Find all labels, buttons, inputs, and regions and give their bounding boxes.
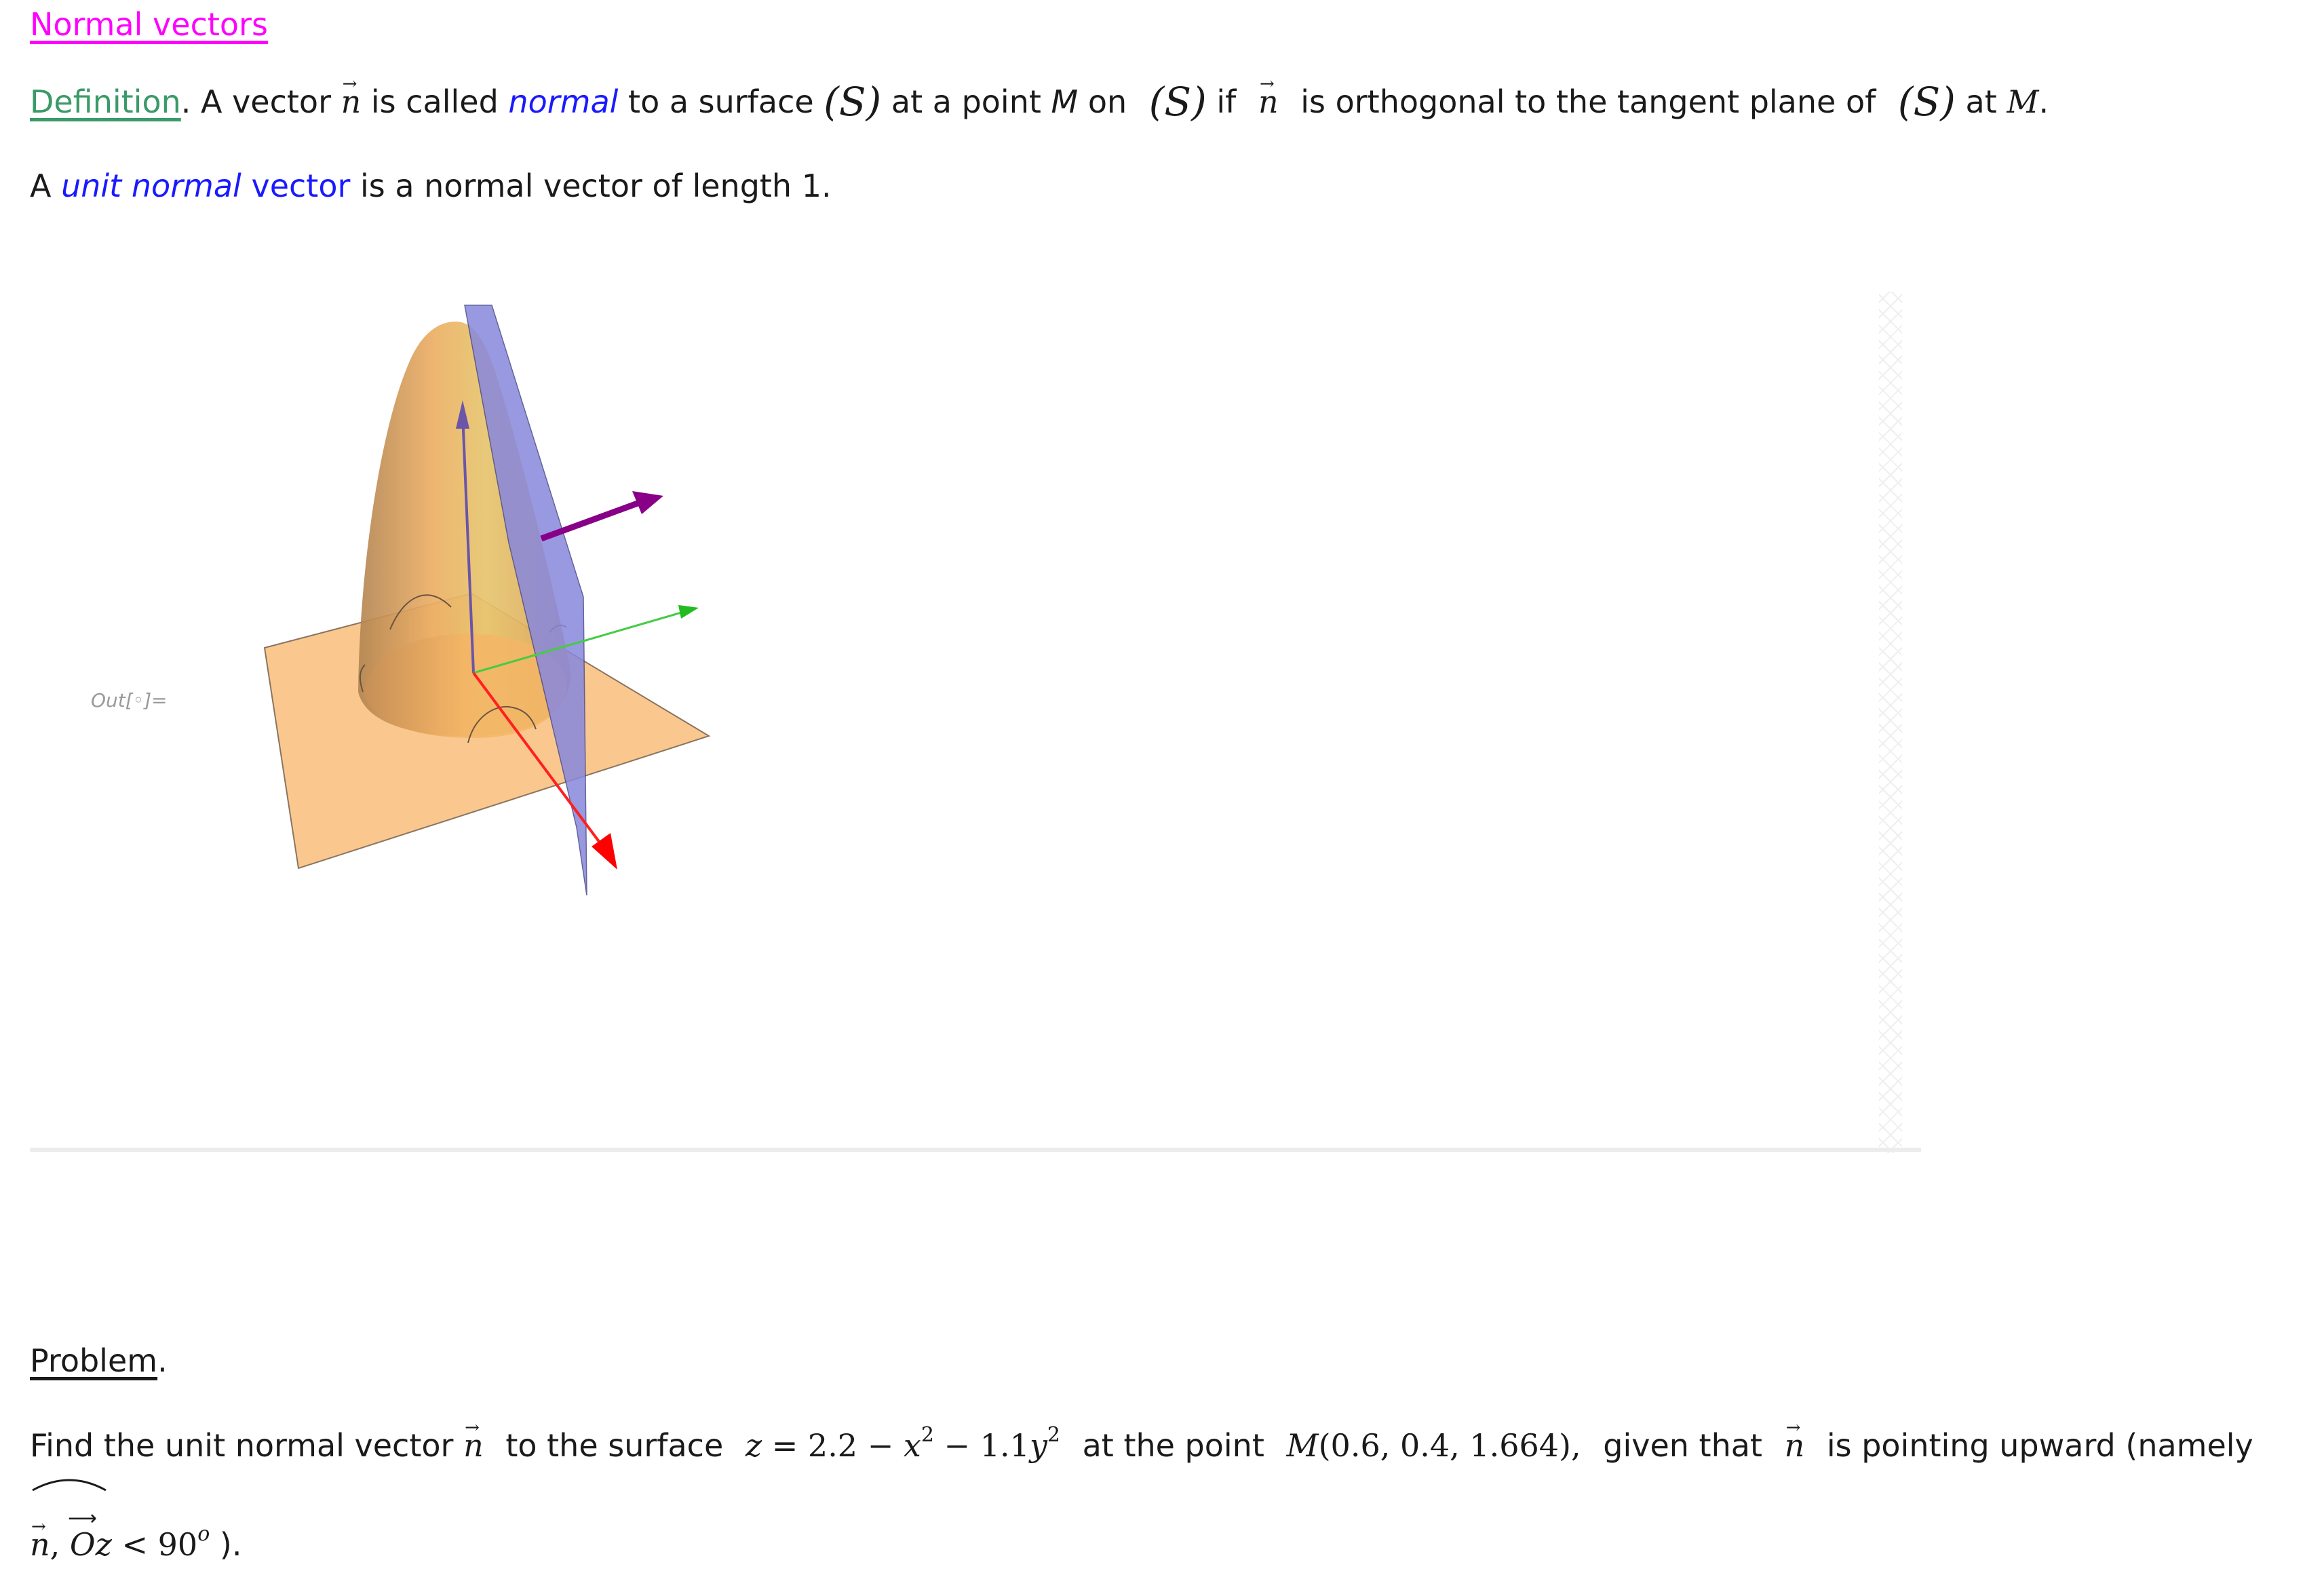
definition-text-f: if	[1206, 83, 1246, 120]
degree-value: 90	[157, 1526, 198, 1563]
definition-text-a: . A vector	[180, 83, 341, 120]
problem-label-line: Problem.	[30, 1340, 168, 1381]
surface-symbol: (S)	[824, 79, 882, 125]
point-m-symbol: M	[1051, 83, 1079, 120]
equation-y-coefficient: 1.1	[980, 1427, 1030, 1464]
equation-minus-1: −	[857, 1427, 904, 1464]
surface-symbol-2: (S)	[1148, 79, 1207, 125]
equation-y: y	[1029, 1427, 1047, 1464]
3d-graphic-normal-vector[interactable]	[258, 285, 733, 895]
definition-text-e: on	[1078, 83, 1137, 120]
section-title[interactable]: Normal vectors	[30, 4, 268, 45]
problem-close: ).	[210, 1526, 242, 1563]
equation-constant: 2.2	[807, 1427, 858, 1464]
vector-n-symbol-2: n	[1258, 64, 1279, 122]
equation-equals: =	[762, 1427, 808, 1464]
cell-resize-handle[interactable]	[1879, 292, 1902, 1153]
point-name: M	[1286, 1427, 1319, 1464]
unit-normal-prefix: A	[30, 168, 62, 204]
problem-label-end: .	[157, 1342, 168, 1379]
problem-text-e: is pointing upward (namely	[1817, 1427, 2253, 1464]
cell-divider	[30, 1148, 1921, 1152]
unit-normal-term: unit normal	[61, 168, 241, 204]
problem-vector-n-2: n	[1785, 1407, 1805, 1466]
angle-comma: ,	[50, 1526, 70, 1563]
problem-text-c: at the point	[1072, 1427, 1275, 1464]
definition-text-d: at a point	[881, 83, 1051, 120]
definition-text-h: at	[1955, 83, 2007, 120]
definition-text-b: is called	[361, 83, 509, 120]
definition-end: .	[2038, 83, 2049, 120]
angle-vector-n: n	[30, 1507, 50, 1565]
problem-statement-line-2: ⟶ n, Oz < 90o ).	[30, 1479, 242, 1565]
unit-normal-term-2: vector	[241, 168, 351, 204]
degree-symbol: o	[197, 1522, 210, 1546]
problem-statement-line-1: Find the unit normal vector n to the sur…	[30, 1407, 2253, 1466]
problem-vector-n: n	[463, 1407, 484, 1466]
equation-lhs: z	[745, 1427, 762, 1464]
equation-x-exponent: 2	[921, 1423, 934, 1447]
normal-term: normal	[508, 83, 619, 120]
problem-text-d: given that	[1593, 1427, 1773, 1464]
y-axis-arrowhead	[678, 605, 699, 619]
oz-vector-arrow-icon: ⟶	[68, 1507, 98, 1530]
definition-paragraph: Definition. A vector n is called normal …	[30, 64, 2049, 125]
equation-minus-2: −	[933, 1427, 980, 1464]
equation-y-exponent: 2	[1047, 1423, 1060, 1447]
definition-label[interactable]: Definition	[30, 83, 181, 120]
vector-n-symbol: n	[341, 64, 362, 122]
surface-symbol-3: (S)	[1897, 79, 1956, 125]
angle-expression: ⟶ n, Oz	[30, 1479, 112, 1565]
angle-hat-icon	[32, 1479, 106, 1492]
equation-x: x	[903, 1427, 921, 1464]
definition-text-g: is orthogonal to the tangent plane of	[1290, 83, 1886, 120]
problem-text-a: Find the unit normal vector	[30, 1427, 464, 1464]
problem-label: Problem	[30, 1342, 158, 1379]
inequality-sign: <	[111, 1526, 158, 1563]
point-m-math: M	[2007, 83, 2039, 120]
point-coordinates: (0.6, 0.4, 1.664),	[1318, 1427, 1581, 1464]
unit-normal-paragraph: A unit normal vector is a normal vector …	[30, 166, 832, 206]
definition-text-c: to a surface	[618, 83, 824, 120]
unit-normal-rest: is a normal vector of length 1.	[350, 168, 832, 204]
problem-text-b: to the surface	[495, 1427, 733, 1464]
output-cell-label: Out[◦]=	[91, 689, 168, 712]
